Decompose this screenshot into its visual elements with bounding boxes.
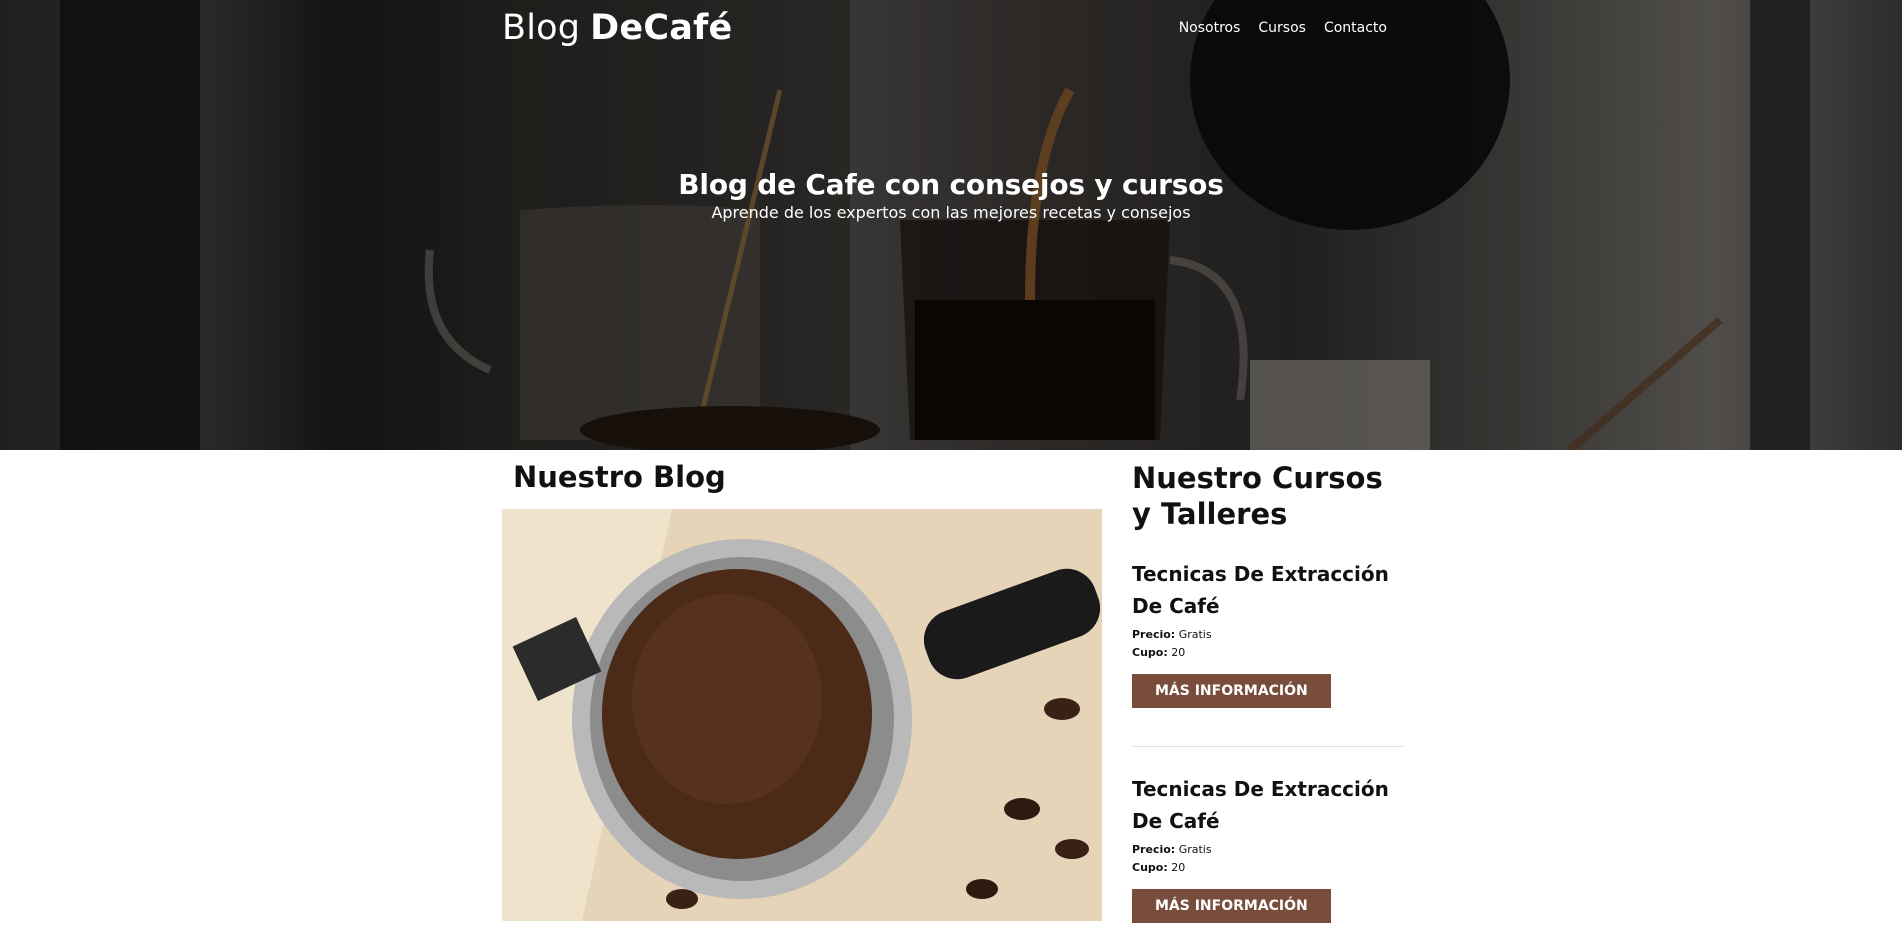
nav-link-contacto[interactable]: Contacto [1324,20,1387,36]
more-info-button[interactable]: MÁS INFORMACIÓN [1132,674,1331,708]
price-label: Precio: [1132,843,1176,856]
seats-label: Cupo: [1132,861,1168,874]
blog-post-image[interactable] [502,509,1102,921]
blog-heading: Nuestro Blog [513,460,726,494]
logo-bold-text: DeCafé [590,8,733,48]
coffee-portafilter-image [502,509,1102,921]
site-logo[interactable]: Blog DeCafé [502,8,732,48]
courses-section: Nuestro Cursos y Talleres Tecnicas De Ex… [1132,450,1404,923]
course-title: Tecnicas De Extracción De Café [1132,562,1389,618]
hero-title: Blog de Cafe con consejos y cursos [678,168,1224,201]
nav-link-cursos[interactable]: Cursos [1258,20,1306,36]
price-label: Precio: [1132,628,1176,641]
course-card: Tecnicas De Extracción De Café Precio: G… [1132,773,1404,923]
hero-overlay [0,0,1902,450]
price-value: Gratis [1178,628,1212,641]
course-price: Precio: Gratis [1132,841,1404,859]
course-card: Tecnicas De Extracción De Café Precio: G… [1132,558,1404,708]
seats-value: 20 [1171,646,1186,659]
logo-light-text: Blog [502,8,581,48]
nav-menu: Nosotros Cursos Contacto [1179,20,1387,36]
blog-section: Nuestro Blog [502,450,1102,921]
hero-text: Blog de Cafe con consejos y cursos Apren… [0,168,1902,222]
course-info: Precio: Gratis Cupo: 20 [1132,841,1404,877]
course-seats: Cupo: 20 [1132,644,1404,662]
top-navigation: Blog DeCafé Nosotros Cursos Contacto [502,0,1387,56]
course-title: Tecnicas De Extracción De Café [1132,777,1389,833]
more-info-button[interactable]: MÁS INFORMACIÓN [1132,889,1331,923]
seats-value: 20 [1171,861,1186,874]
course-seats: Cupo: 20 [1132,859,1404,877]
main-content: Nuestro Blog Nuestro Cursos y Talleres T… [502,450,1404,943]
course-divider [1132,746,1404,747]
hero-banner: Blog DeCafé Nosotros Cursos Contacto Blog… [0,0,1902,450]
nav-link-nosotros[interactable]: Nosotros [1179,20,1241,36]
price-value: Gratis [1178,843,1212,856]
seats-label: Cupo: [1132,646,1168,659]
course-price: Precio: Gratis [1132,626,1404,644]
hero-subtitle: Aprende de los expertos con las mejores … [711,203,1191,222]
courses-heading: Nuestro Cursos y Talleres [1132,461,1383,531]
course-info: Precio: Gratis Cupo: 20 [1132,626,1404,662]
